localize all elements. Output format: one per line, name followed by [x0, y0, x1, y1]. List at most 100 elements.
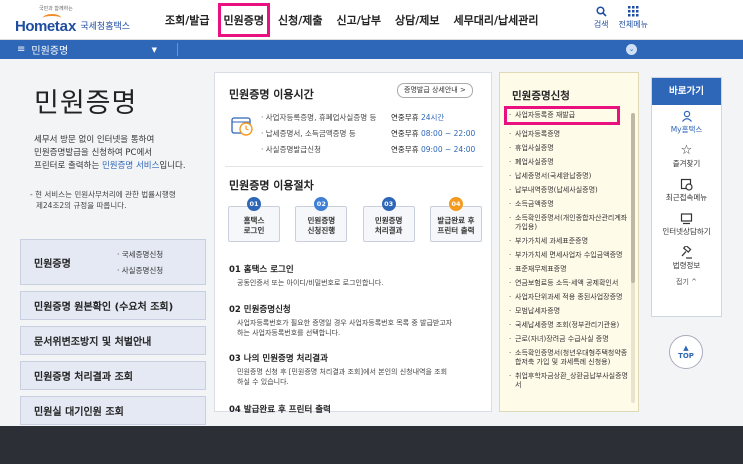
hours-row: · 사실증명발급신청 연중무휴 09:00 ~ 24:00: [261, 141, 487, 157]
cert-item[interactable]: 부가가치세 면세사업자 수입금액증명: [509, 251, 629, 260]
sub-national-tax-cert[interactable]: · 국세증명신청: [117, 247, 163, 263]
step-line-1: 민원증명: [374, 216, 403, 225]
menu-civil-certificate[interactable]: 민원증명 · 국세증명신청 · 사실증명신청: [20, 239, 206, 285]
page-title: 민원증명: [34, 88, 138, 119]
quick-online-consult[interactable]: 인터넷상담하기: [652, 207, 721, 241]
cert-item[interactable]: 근로(자녀)장려금 수급사실 증명: [509, 335, 629, 344]
cert-item[interactable]: 폐업사실증명: [509, 158, 629, 167]
cert-item[interactable]: 국세납세증명 조회(정부관리기관용): [509, 321, 629, 330]
cert-item[interactable]: 납부내역증명(납세사실증명): [509, 186, 629, 195]
menu-process-result[interactable]: 민원증명 처리결과 조회: [20, 361, 206, 390]
hours-row-label: · 납세증명서, 소득금액증명 등: [261, 128, 356, 138]
quick-links-title: 바로가기: [652, 78, 721, 105]
cert-item[interactable]: 사업자단위과세 적용 종된사업장증명: [509, 293, 629, 302]
intro-description: 세무서 방문 없이 인터넷을 통하여 민원증명발급을 신청하여 PC에서 프린터…: [34, 134, 206, 173]
hours-prefix: 연중무휴: [391, 128, 421, 138]
service-link[interactable]: 민원증명 서비스: [102, 161, 159, 171]
scroll-top-button[interactable]: ▲ TOP: [669, 335, 703, 369]
quick-label: 인터넷상담하기: [662, 226, 711, 236]
cert-item[interactable]: 납세증명서(국세완납증명): [509, 172, 629, 181]
search-label: 검색: [593, 20, 609, 29]
star-icon: ☆: [680, 142, 693, 158]
cert-item[interactable]: 표준재무제표증명: [509, 265, 629, 274]
certificate-list: 사업자등록증 재발급 사업자등록증명 휴업사실증명 폐업사실증명 납세증명서(국…: [504, 106, 629, 395]
global-nav: 조회/발급 민원증명 신청/제출 신고/납부 상담/제보 세무대리/납세관리: [158, 0, 545, 40]
procedure-detail-text: 사업자등록번호가 필요한 증명일 경우 사업자등록번호 목록 중 발급받고자: [237, 319, 453, 327]
sub-fact-cert[interactable]: · 사실증명신청: [117, 263, 163, 279]
cert-item[interactable]: 소득확인증명서(개인종합자산관리계좌 가입용): [509, 214, 629, 232]
step-line-2: 처리결과: [374, 226, 403, 235]
hometax-logo[interactable]: 국민과 함께하는 Home tax 국세청홈택스: [15, 5, 130, 35]
note-line-2: 제24조2의 규정을 따릅니다.: [36, 201, 127, 210]
hours-title: 민원증명 이용시간: [229, 88, 314, 101]
nav-report-payment[interactable]: 신고/납부: [329, 0, 388, 40]
step-result: 03 민원증명 처리결과: [362, 197, 416, 242]
procedure-detail-text: 민원증명 신청 후 [민원증명 처리결과 조회]에서 본인의 신청내역을 조회: [237, 368, 448, 376]
nav-tax-agent[interactable]: 세무대리/납세관리: [446, 0, 545, 40]
hours-prefix: 연중무휴: [391, 112, 421, 122]
monitor-icon: [680, 212, 693, 226]
procedure-detail-title: 03 나의 민원증명 처리결과: [229, 354, 328, 364]
left-menu-list: 민원증명 · 국세증명신청 · 사실증명신청 민원증명 원본확인 (수요처 조회…: [20, 239, 206, 431]
hours-time: 08:00 ~ 22:00: [420, 128, 476, 138]
procedure-detail-title: 02 민원증명신청: [229, 305, 291, 315]
cert-item[interactable]: 취업후학자금상환_상환금납부사실증명서: [509, 372, 629, 390]
recent-menu-icon: [680, 178, 693, 192]
quick-my-hometax[interactable]: My홈택스: [652, 105, 721, 139]
hours-prefix: 연중무휴: [391, 144, 421, 154]
chevron-down-circle-icon[interactable]: ⌄: [626, 44, 637, 55]
step-apply: 02 민원증명 신청진행: [294, 197, 348, 242]
search-button[interactable]: 검색: [594, 6, 609, 30]
logo-tagline: 국민과 함께하는: [39, 6, 73, 12]
step-line-1: 발급완료 후: [437, 216, 475, 225]
cert-item[interactable]: 소득금액증명: [509, 200, 629, 209]
certificate-apply-panel: 민원증명신청 사업자등록증 재발급 사업자등록증명 휴업사실증명 폐업사실증명 …: [499, 72, 639, 412]
hours-row-value: 연중무휴 24시간: [391, 112, 444, 123]
step-box: 민원증명 신청진행: [295, 206, 348, 242]
footer-bar: [0, 426, 743, 464]
cert-item[interactable]: 연금보험료등 소득·세액 공제확인서: [509, 279, 629, 288]
quick-law-info[interactable]: 법령정보: [652, 241, 721, 275]
service-hours-list: · 사업자등록증명, 휴폐업사실증명 등 연중무휴 24시간 · 납세증명서, …: [261, 109, 487, 157]
clock-calendar-icon: [231, 115, 255, 137]
step-login: 01 홈택스 로그인: [227, 197, 281, 242]
step-box: 발급완료 후 프린터 출력: [429, 206, 482, 242]
procedure-detail-text: 하실 수 있습니다.: [237, 378, 289, 386]
nav-inquiry-issue[interactable]: 조회/발급: [158, 0, 217, 40]
nav-consult-report[interactable]: 상담/제보: [388, 0, 447, 40]
step-line-1: 민원증명: [307, 216, 336, 225]
cert-item[interactable]: 사업자등록증명: [509, 130, 629, 139]
procedure-detail-title: 04 발급완료 후 프린터 출력: [229, 405, 331, 415]
legal-note: - 현 서비스는 민원사무처리에 관한 법률시행령 제24조2의 규정을 따릅니…: [30, 189, 206, 211]
cert-item[interactable]: 소득확인증명서(청년우대형주택청약종합저축 가입 및 과세특례 신청용): [509, 349, 629, 367]
grid-icon: [627, 6, 639, 19]
step-line-2: 로그인: [243, 226, 265, 235]
location-menu-button[interactable]: ≡ 민원증명 ▼: [17, 40, 177, 59]
cert-item[interactable]: 휴업사실증명: [509, 144, 629, 153]
all-menu-button[interactable]: 전체메뉴: [619, 6, 648, 30]
desc-line-2: 민원증명발급을 신청하여 PC에서: [34, 148, 153, 158]
cert-item[interactable]: 부가가치세 과세표준증명: [509, 237, 629, 246]
step-print: 04 발급완료 후 프린터 출력: [429, 197, 483, 242]
menu-forgery-prevention[interactable]: 문서위변조방지 및 처벌안내: [20, 326, 206, 355]
cert-item[interactable]: 모범납세자증명: [509, 307, 629, 316]
quick-recent-menu[interactable]: 최근접속메뉴: [652, 173, 721, 207]
hours-row: · 사업자등록증명, 휴폐업사실증명 등 연중무휴 24시간: [261, 109, 487, 125]
quick-label: 최근접속메뉴: [665, 192, 708, 202]
quick-links: 바로가기 My홈택스 ☆ 즐겨찾기 최근접속메뉴 인터넷상담하기 법령정보 접기…: [651, 77, 722, 317]
procedure-steps: 01 홈택스 로그인 02 민원증명 신청진행 03 민원증명 처리결과 04 발급완…: [227, 197, 483, 242]
procedure-detail-1: 01 홈택스 로그인 공동인증서 또는 아이디/비밀번호로 로그인합니다.: [229, 263, 479, 288]
step-line-2: 신청진행: [307, 226, 336, 235]
cert-item-business-reissue[interactable]: 사업자등록증 재발급: [504, 106, 620, 125]
detail-guide-button[interactable]: 증명발급 상세안내 >: [397, 83, 473, 98]
menu-waiting-count[interactable]: 민원실 대기인원 조회: [20, 396, 206, 425]
quick-favorites[interactable]: ☆ 즐겨찾기: [652, 139, 721, 173]
menu-original-check[interactable]: 민원증명 원본확인 (수요처 조회): [20, 291, 206, 320]
nav-civil-certificate[interactable]: 민원증명: [217, 2, 271, 38]
desc-line-1: 세무서 방문 없이 인터넷을 통하여: [34, 135, 155, 145]
nav-apply-submit[interactable]: 신청/제출: [271, 0, 330, 40]
list-scrollbar-thumb[interactable]: [631, 113, 635, 283]
procedure-title: 민원증명 이용절차: [229, 179, 314, 192]
procedure-detail-2: 02 민원증명신청 사업자등록번호가 필요한 증명일 경우 사업자등록번호 목록…: [229, 303, 479, 338]
quick-fold-button[interactable]: 접기 ^: [652, 277, 721, 287]
